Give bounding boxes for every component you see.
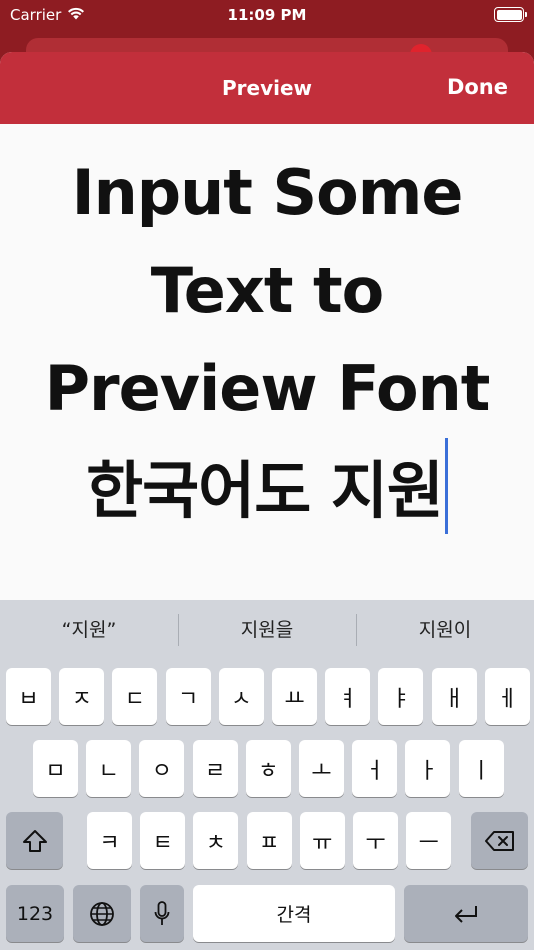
key-row3-6[interactable]: ㅡ	[406, 812, 452, 869]
shift-icon	[22, 829, 47, 852]
preview-line: Preview Font	[44, 352, 491, 425]
key-row1-7[interactable]: ㅑ	[378, 668, 424, 725]
preview-text-area[interactable]: Input Some Text to Preview Font 한국어도 지원	[0, 124, 534, 600]
globe-icon	[90, 901, 114, 926]
key-row1-4[interactable]: ㅅ	[218, 668, 264, 725]
key-row2-6[interactable]: ㅓ	[352, 740, 398, 797]
key-row1-9[interactable]: ㅔ	[484, 668, 530, 725]
key-row2-2[interactable]: ㅇ	[139, 740, 185, 797]
preview-line: Input Some	[71, 156, 464, 229]
key-row1-1[interactable]: ㅈ	[59, 668, 105, 725]
suggestion-item[interactable]: 지원을	[178, 600, 356, 660]
preview-text[interactable]: Input Some Text to Preview Font 한국어도 지원	[20, 144, 514, 540]
key-row3-0[interactable]: ㅋ	[87, 812, 132, 869]
globe-key[interactable]	[73, 885, 131, 942]
key-row1-8[interactable]: ㅐ	[431, 668, 477, 725]
microphone-icon	[154, 900, 170, 925]
key-row1-5[interactable]: ㅛ	[272, 668, 317, 725]
key-row1-2[interactable]: ㄷ	[112, 668, 158, 725]
return-icon	[455, 905, 477, 923]
backspace-icon	[484, 830, 514, 851]
key-row3-4[interactable]: ㅠ	[299, 812, 345, 869]
battery-icon	[494, 7, 527, 22]
key-row3-5[interactable]: ㅜ	[353, 812, 398, 869]
key-row1-3[interactable]: ㄱ	[165, 668, 211, 725]
shift-key[interactable]	[6, 812, 63, 869]
suggestion-item[interactable]: “지원”	[0, 600, 178, 660]
key-row2-5[interactable]: ㅗ	[299, 740, 344, 797]
numbers-key[interactable]: 123	[6, 885, 64, 942]
preview-line: 한국어도 지원	[86, 454, 444, 527]
return-key[interactable]	[404, 885, 528, 942]
key-row2-1[interactable]: ㄴ	[86, 740, 132, 797]
key-row2-8[interactable]: ㅣ	[458, 740, 504, 797]
key-row2-3[interactable]: ㄹ	[192, 740, 238, 797]
key-row2-7[interactable]: ㅏ	[405, 740, 451, 797]
nav-bar: Preview Done	[0, 52, 534, 124]
status-time: 11:09 PM	[227, 6, 307, 24]
suggestion-bar: “지원” 지원을 지원이	[0, 600, 534, 660]
preview-line-last: 한국어도 지원	[20, 438, 514, 540]
key-row2-0[interactable]: ㅁ	[33, 740, 78, 797]
key-row3-2[interactable]: ㅊ	[193, 812, 239, 869]
delete-key[interactable]	[471, 812, 528, 869]
key-row3-3[interactable]: ㅍ	[246, 812, 292, 869]
key-row1-0[interactable]: ㅂ	[6, 668, 51, 725]
done-button[interactable]: Done	[447, 75, 508, 99]
space-key[interactable]: 간격	[193, 885, 395, 942]
dictation-key[interactable]	[140, 885, 184, 942]
status-bar: Carrier 11:09 PM	[0, 0, 534, 30]
preview-line: Text to	[150, 254, 385, 327]
key-row1-6[interactable]: ㅕ	[325, 668, 371, 725]
keyboard: “지원” 지원을 지원이 ㅂㅈㄷㄱㅅㅛㅕㅑㅐㅔㅁㄴㅇㄹㅎㅗㅓㅏㅣㅋㅌㅊㅍㅠㅜㅡ …	[0, 600, 534, 950]
key-row3-1[interactable]: ㅌ	[140, 812, 186, 869]
text-caret	[444, 438, 448, 534]
suggestion-item[interactable]: 지원이	[356, 600, 534, 660]
key-row2-4[interactable]: ㅎ	[245, 740, 291, 797]
